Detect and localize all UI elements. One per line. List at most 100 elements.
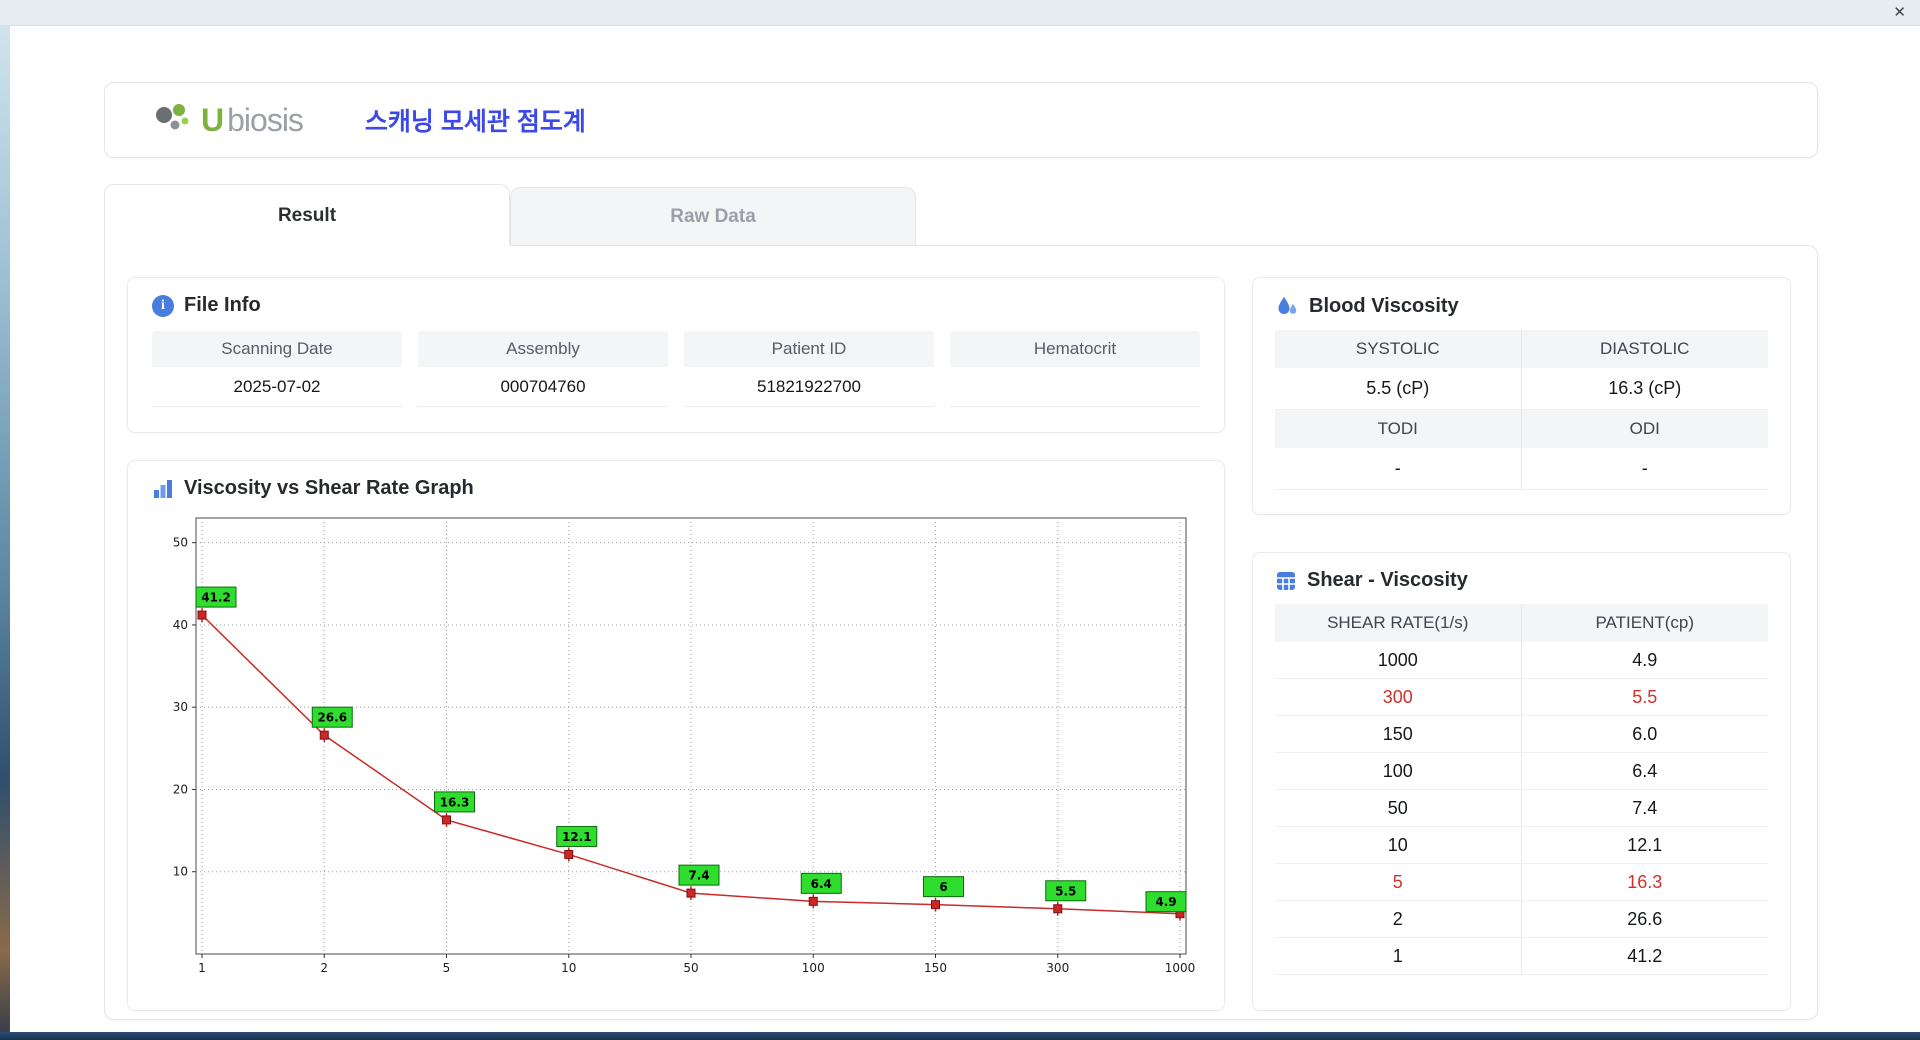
svg-text:40: 40 (173, 618, 188, 632)
patient-column-header: PATIENT(cp) (1595, 613, 1695, 632)
svg-text:1: 1 (198, 961, 206, 975)
field-patient-id: Patient ID 51821922700 (684, 331, 934, 407)
svg-text:7.4: 7.4 (688, 869, 709, 883)
shear-rate-value: 2 (1275, 901, 1522, 937)
viscosity-graph-panel: Viscosity vs Shear Rate Graph 10 20 30 40 50… (127, 460, 1225, 1011)
svg-text:1000: 1000 (1165, 961, 1196, 975)
scanning-date-label: Scanning Date (152, 331, 402, 367)
ubiosis-logo: Ubiosis (151, 100, 304, 140)
viscosity-shear-chart: 10 20 30 40 50 1 2 5 10 50 100 150 300 1000 41.2 26.6 16… (173, 517, 1196, 975)
svg-text:6.4: 6.4 (811, 877, 832, 891)
diastolic-header: DIASTOLIC (1600, 339, 1690, 358)
info-icon: i (152, 294, 174, 317)
assembly-label: Assembly (418, 331, 668, 367)
app-window: Ubiosis 스캐닝 모세관 점도계 Result Raw Data i Fi… (10, 26, 1920, 1032)
content-card: i File Info Scanning Date 2025-07-02 Ass… (104, 245, 1818, 1020)
blood-viscosity-table: SYSTOLIC DIASTOLIC 5.5 (cP) 16.3 (cP) TO… (1275, 330, 1768, 490)
shear-viscosity-title: Shear - Viscosity (1307, 569, 1468, 591)
svg-text:41.2: 41.2 (201, 591, 231, 605)
tab-result[interactable]: Result (104, 184, 510, 246)
shear-table-body: 1000 4.9 300 5.5 150 6.0 100 6.4 50 7.4 10 12.1 5 16.… (1275, 642, 1768, 975)
hematocrit-label: Hematocrit (950, 331, 1200, 367)
shear-rate-value: 300 (1275, 679, 1522, 715)
svg-text:150: 150 (924, 961, 947, 975)
systolic-value: 5.5 (cP) (1275, 368, 1522, 410)
field-assembly: Assembly 000704760 (418, 331, 668, 407)
svg-text:50: 50 (683, 961, 698, 975)
svg-text:100: 100 (802, 961, 825, 975)
graph-title: Viscosity vs Shear Rate Graph (184, 477, 474, 499)
hematocrit-value (950, 367, 1200, 407)
shear-rate-value: 1 (1275, 938, 1522, 974)
patient-id-label: Patient ID (684, 331, 934, 367)
patient-viscosity-value: 26.6 (1627, 908, 1663, 929)
svg-text:10: 10 (173, 865, 188, 879)
shear-rate-value: 10 (1275, 827, 1522, 863)
file-info-title: File Info (184, 294, 261, 316)
shear-rate-value: 150 (1275, 716, 1522, 752)
shear-table-row: 100 6.4 (1275, 753, 1768, 790)
shear-table-row: 10 12.1 (1275, 827, 1768, 864)
shear-table-row: 5 16.3 (1275, 864, 1768, 901)
svg-text:6: 6 (939, 880, 947, 894)
tab-raw-data[interactable]: Raw Data (510, 187, 916, 246)
patient-viscosity-value: 5.5 (1632, 686, 1658, 707)
logo-text-biosis: biosis (227, 101, 304, 138)
svg-text:300: 300 (1046, 961, 1069, 975)
field-scanning-date: Scanning Date 2025-07-02 (152, 331, 402, 407)
odi-value: - (1521, 448, 1768, 490)
patient-viscosity-value: 4.9 (1632, 649, 1658, 670)
droplet-icon (1278, 297, 1297, 314)
header-card: Ubiosis 스캐닝 모세관 점도계 (104, 82, 1818, 158)
table-icon (1277, 571, 1295, 590)
file-info-panel: i File Info Scanning Date 2025-07-02 Ass… (127, 277, 1225, 433)
svg-text:4.9: 4.9 (1155, 895, 1176, 909)
odi-header: ODI (1629, 419, 1660, 438)
patient-viscosity-value: 7.4 (1632, 797, 1658, 818)
tab-raw-data-label: Raw Data (670, 206, 756, 227)
shear-rate-value: 50 (1275, 790, 1522, 826)
diastolic-value: 16.3 (cP) (1521, 368, 1768, 410)
shear-table-row: 1 41.2 (1275, 938, 1768, 975)
svg-text:10: 10 (561, 961, 576, 975)
shear-table-row: 1000 4.9 (1275, 642, 1768, 679)
svg-text:20: 20 (173, 782, 188, 796)
desktop-bottom-strip (0, 1032, 1920, 1040)
shear-rate-value: 5 (1275, 864, 1522, 900)
assembly-value: 000704760 (418, 367, 668, 407)
shear-table-row: 2 26.6 (1275, 901, 1768, 938)
shear-table-row: 150 6.0 (1275, 716, 1768, 753)
scanning-date-value: 2025-07-02 (152, 367, 402, 407)
window-titlebar: ✕ (0, 0, 1920, 26)
patient-viscosity-value: 6.4 (1632, 760, 1658, 781)
svg-text:5.5: 5.5 (1055, 884, 1076, 898)
desktop-background-strip (0, 26, 10, 1032)
logo-text-u: U (201, 101, 224, 138)
blood-viscosity-title: Blood Viscosity (1309, 294, 1459, 317)
patient-viscosity-value: 16.3 (1627, 871, 1663, 892)
svg-text:12.1: 12.1 (562, 830, 592, 844)
shear-viscosity-table: SHEAR RATE(1/s) PATIENT(cp) 1000 4.9 300 5.… (1275, 604, 1768, 975)
bar-chart-icon (154, 479, 172, 498)
patient-viscosity-value: 6.0 (1632, 723, 1658, 744)
app-title: 스캐닝 모세관 점도계 (364, 108, 586, 136)
patient-viscosity-value: 41.2 (1627, 945, 1663, 966)
shear-table-row: 300 5.5 (1275, 679, 1768, 716)
svg-text:26.6: 26.6 (317, 711, 347, 725)
svg-text:2: 2 (320, 961, 328, 975)
patient-id-value: 51821922700 (684, 367, 934, 407)
svg-text:5: 5 (443, 961, 451, 975)
shear-table-row: 50 7.4 (1275, 790, 1768, 827)
todi-header: TODI (1275, 410, 1522, 448)
close-icon[interactable]: ✕ (1893, 4, 1906, 22)
logo-dots-icon (156, 104, 189, 130)
shear-rate-value: 100 (1275, 753, 1522, 789)
svg-text:50: 50 (173, 536, 188, 550)
todi-value: - (1275, 448, 1522, 490)
shear-rate-column-header: SHEAR RATE(1/s) (1275, 604, 1522, 642)
svg-text:30: 30 (173, 700, 188, 714)
shear-rate-value: 1000 (1275, 642, 1522, 678)
shear-viscosity-panel: Shear - Viscosity SHEAR RATE(1/s) PATIEN… (1252, 552, 1791, 1011)
tab-result-label: Result (277, 204, 337, 226)
patient-viscosity-value: 12.1 (1627, 834, 1663, 855)
